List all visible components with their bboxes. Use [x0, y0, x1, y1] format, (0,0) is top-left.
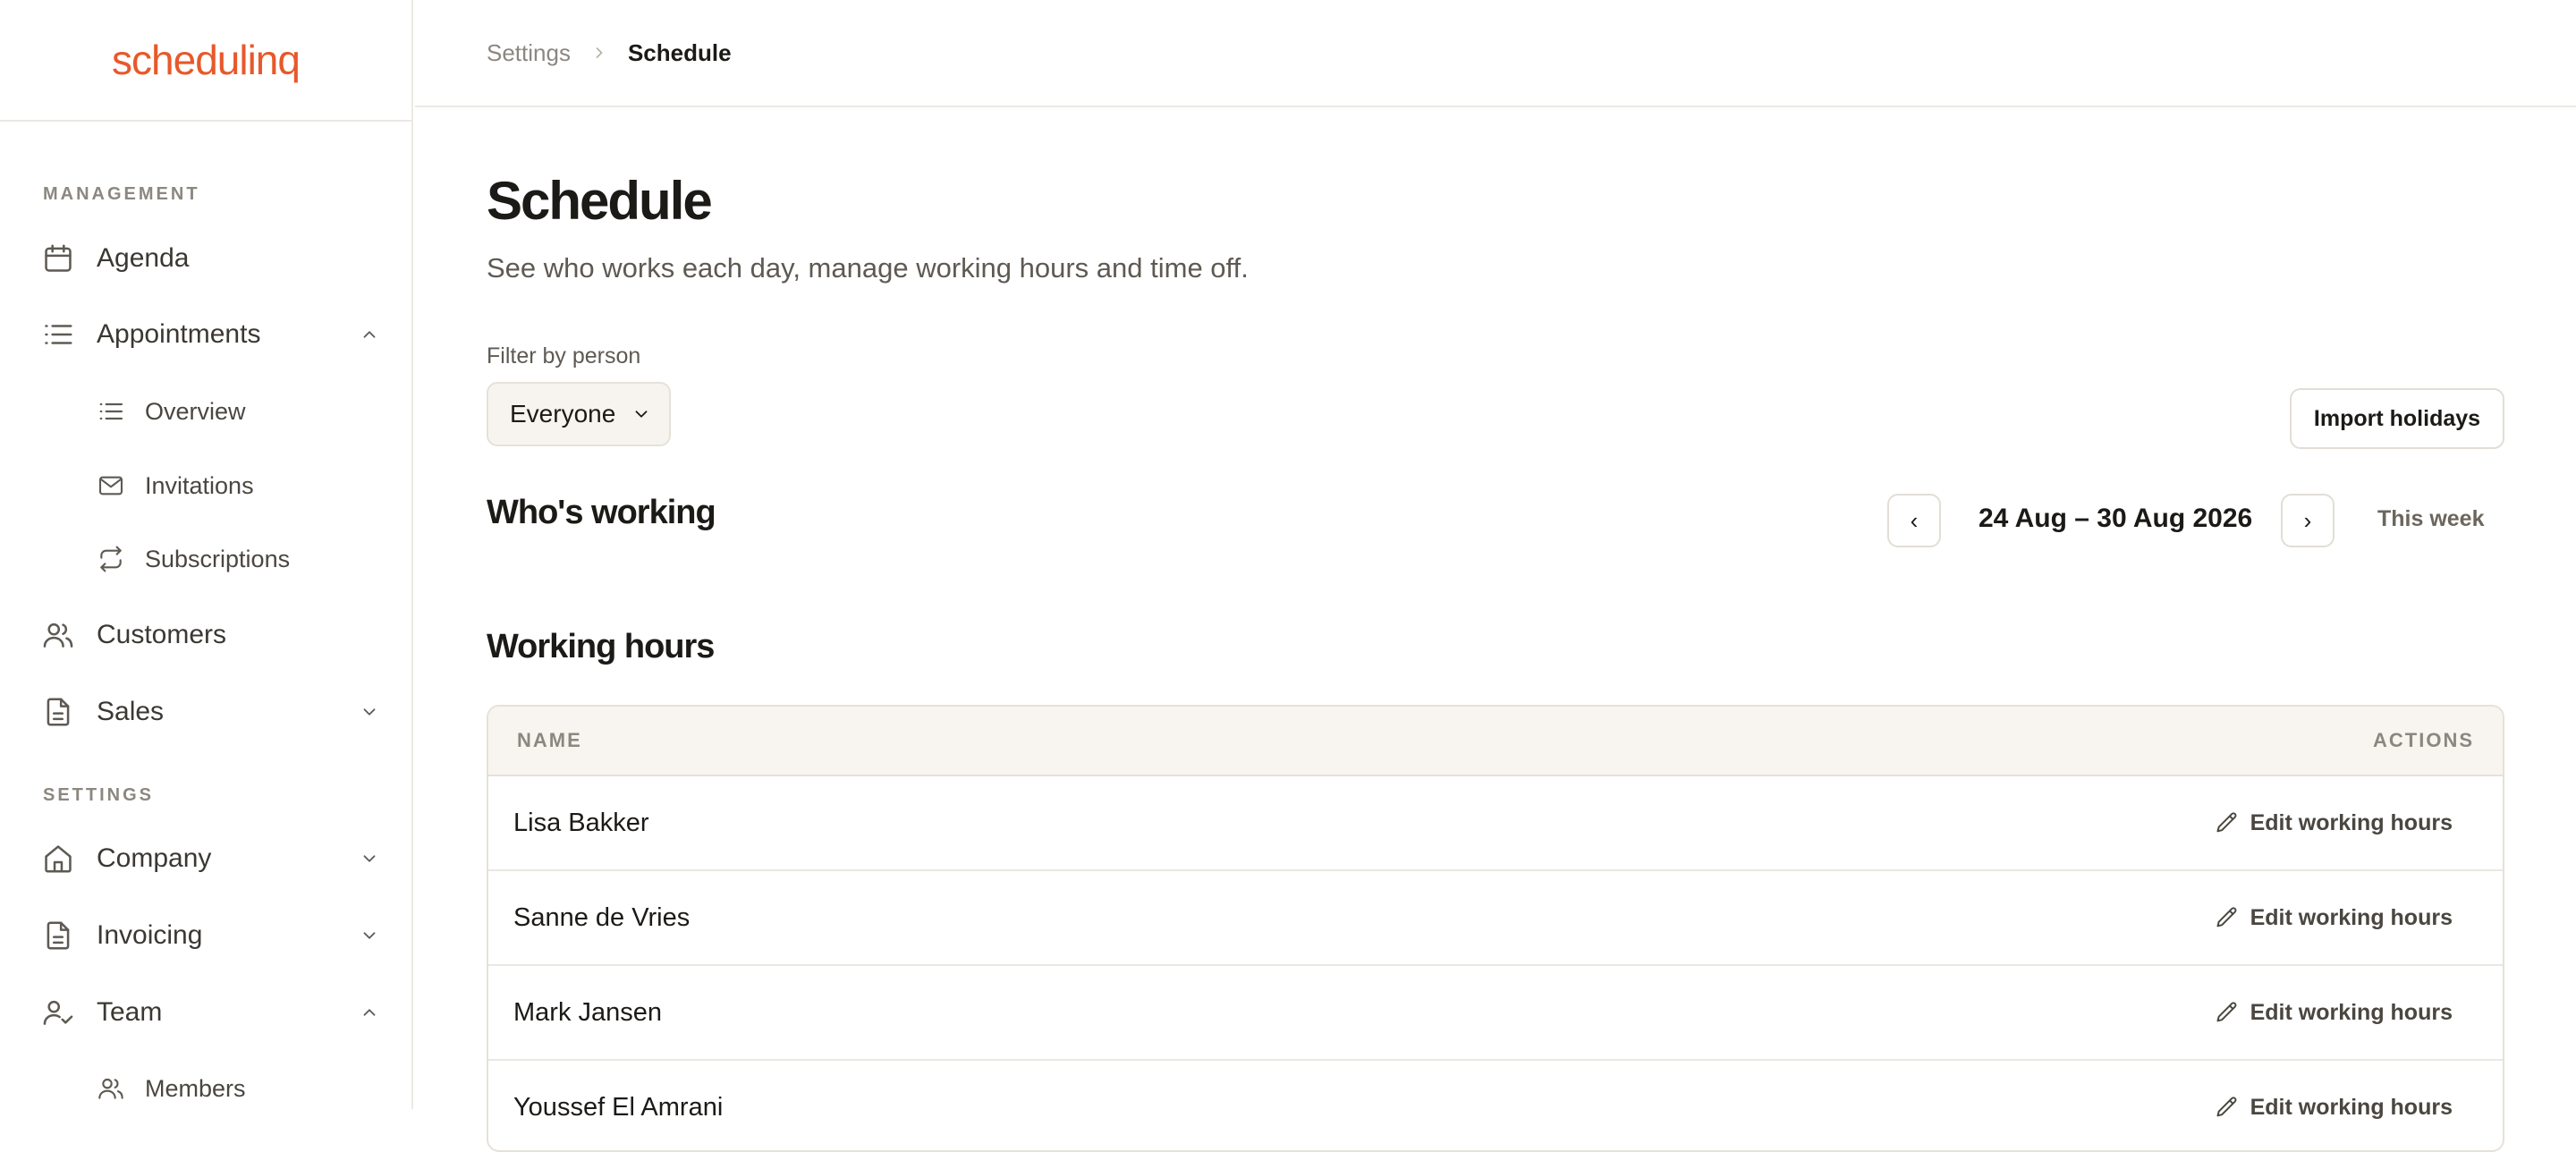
- edit-working-hours-button[interactable]: Edit working hours: [2215, 1095, 2453, 1121]
- filter-value: Everyone: [510, 400, 616, 428]
- sidebar-item-label: Members: [145, 1074, 246, 1102]
- edit-working-hours-button[interactable]: Edit working hours: [2215, 905, 2453, 931]
- chevron-down-icon[interactable]: [360, 849, 379, 868]
- sidebar-item-label: Appointments: [97, 319, 261, 349]
- sidebar-item-invitations[interactable]: Invitations: [97, 459, 379, 512]
- chevron-left-icon: ‹: [1910, 506, 1919, 534]
- user-check-icon: [43, 1000, 73, 1025]
- previous-week-button[interactable]: ‹: [1887, 494, 1941, 547]
- table-row: Lisa Bakker Edit working hours: [488, 776, 2503, 871]
- home-icon: [45, 845, 72, 873]
- sidebar-item-overview[interactable]: Overview: [97, 385, 379, 438]
- section-label-settings: SETTINGS: [43, 785, 155, 805]
- logo-area: schedulinq: [0, 0, 411, 122]
- sidebar-item-members[interactable]: Members: [97, 1062, 379, 1115]
- edit-label: Edit working hours: [2250, 1094, 2453, 1120]
- list-icon: [45, 325, 72, 344]
- users-icon: [43, 623, 73, 648]
- chevron-down-icon[interactable]: [360, 702, 379, 722]
- filter-label: Filter by person: [487, 343, 641, 368]
- mail-icon: [98, 476, 123, 496]
- this-week-button[interactable]: This week: [2377, 506, 2485, 532]
- repeat-icon: [100, 546, 122, 572]
- calendar-icon: [45, 244, 72, 272]
- chevron-up-icon[interactable]: [360, 1003, 379, 1022]
- pencil-icon: [2216, 1002, 2236, 1022]
- pencil-icon: [2216, 907, 2236, 928]
- sidebar-item-label: Invitations: [145, 471, 254, 499]
- column-header-actions: ACTIONS: [2373, 729, 2474, 751]
- sidebar-item-customers[interactable]: Customers: [41, 608, 379, 662]
- member-name: Youssef El Amrani: [513, 1092, 724, 1122]
- table-row: Mark Jansen Edit working hours: [488, 966, 2503, 1061]
- chevron-right-icon: [596, 47, 603, 58]
- member-name: Sanne de Vries: [513, 902, 691, 932]
- edit-label: Edit working hours: [2250, 904, 2453, 930]
- sidebar-item-company[interactable]: Company: [41, 832, 379, 885]
- sidebar-item-label: Team: [97, 997, 163, 1027]
- sidebar-item-team[interactable]: Team: [41, 986, 379, 1039]
- document-icon: [47, 698, 70, 726]
- page-subtitle: See who works each day, manage working h…: [487, 252, 1249, 284]
- edit-working-hours-button[interactable]: Edit working hours: [2215, 810, 2453, 836]
- member-name: Mark Jansen: [513, 997, 663, 1027]
- breadcrumb-settings[interactable]: Settings: [487, 39, 571, 67]
- edit-label: Edit working hours: [2250, 999, 2453, 1025]
- sidebar-item-appointments[interactable]: Appointments: [41, 308, 379, 361]
- breadcrumb: Settings Schedule: [487, 39, 732, 67]
- list-icon: [99, 402, 123, 420]
- chevron-right-icon: ›: [2303, 506, 2312, 534]
- sidebar-item-subscriptions[interactable]: Subscriptions: [97, 532, 379, 586]
- document-icon: [47, 921, 70, 950]
- table-row: Youssef El Amrani Edit working hours: [488, 1061, 2503, 1150]
- sidebar-item-label: Agenda: [97, 243, 190, 273]
- sidebar-item-invoicing[interactable]: Invoicing: [41, 909, 379, 962]
- sidebar-item-label: Overview: [145, 397, 246, 425]
- chevron-down-icon: [635, 411, 648, 418]
- whos-working-heading: Who's working: [487, 494, 716, 531]
- sidebar-item-label: Sales: [97, 697, 165, 726]
- edit-label: Edit working hours: [2250, 809, 2453, 835]
- sidebar-item-agenda[interactable]: Agenda: [41, 232, 379, 285]
- pencil-icon: [2216, 1097, 2236, 1117]
- date-range: 24 Aug – 30 Aug 2026: [1979, 504, 2253, 533]
- working-hours-table: NAME ACTIONS Lisa Bakker Edit working ho…: [487, 705, 2504, 1152]
- sidebar-item-label: Subscriptions: [145, 545, 291, 572]
- users-icon: [98, 1078, 123, 1099]
- sidebar-item-label: Company: [97, 843, 212, 873]
- sidebar: schedulinq MANAGEMENT Agenda Appointment…: [0, 0, 413, 1109]
- next-week-button[interactable]: ›: [2281, 494, 2334, 547]
- section-label-management: MANAGEMENT: [43, 184, 200, 204]
- member-name: Lisa Bakker: [513, 808, 649, 837]
- chevron-up-icon[interactable]: [360, 325, 379, 344]
- pencil-icon: [2216, 812, 2236, 833]
- breadcrumb-current: Schedule: [627, 38, 732, 66]
- table-header: NAME ACTIONS: [488, 707, 2503, 776]
- topbar: Settings Schedule: [415, 0, 2576, 107]
- working-hours-heading: Working hours: [487, 628, 715, 665]
- person-filter-select[interactable]: Everyone: [487, 382, 671, 446]
- page-title: Schedule: [487, 171, 713, 231]
- sidebar-item-label: Invoicing: [97, 920, 203, 950]
- sidebar-item-label: Customers: [97, 620, 227, 649]
- import-holidays-button[interactable]: Import holidays: [2290, 388, 2504, 449]
- column-header-name: NAME: [517, 729, 582, 751]
- table-row: Sanne de Vries Edit working hours: [488, 871, 2503, 966]
- edit-working-hours-button[interactable]: Edit working hours: [2215, 1000, 2453, 1026]
- chevron-down-icon[interactable]: [360, 926, 379, 945]
- app-logo[interactable]: schedulinq: [112, 36, 301, 84]
- sidebar-item-sales[interactable]: Sales: [41, 685, 379, 739]
